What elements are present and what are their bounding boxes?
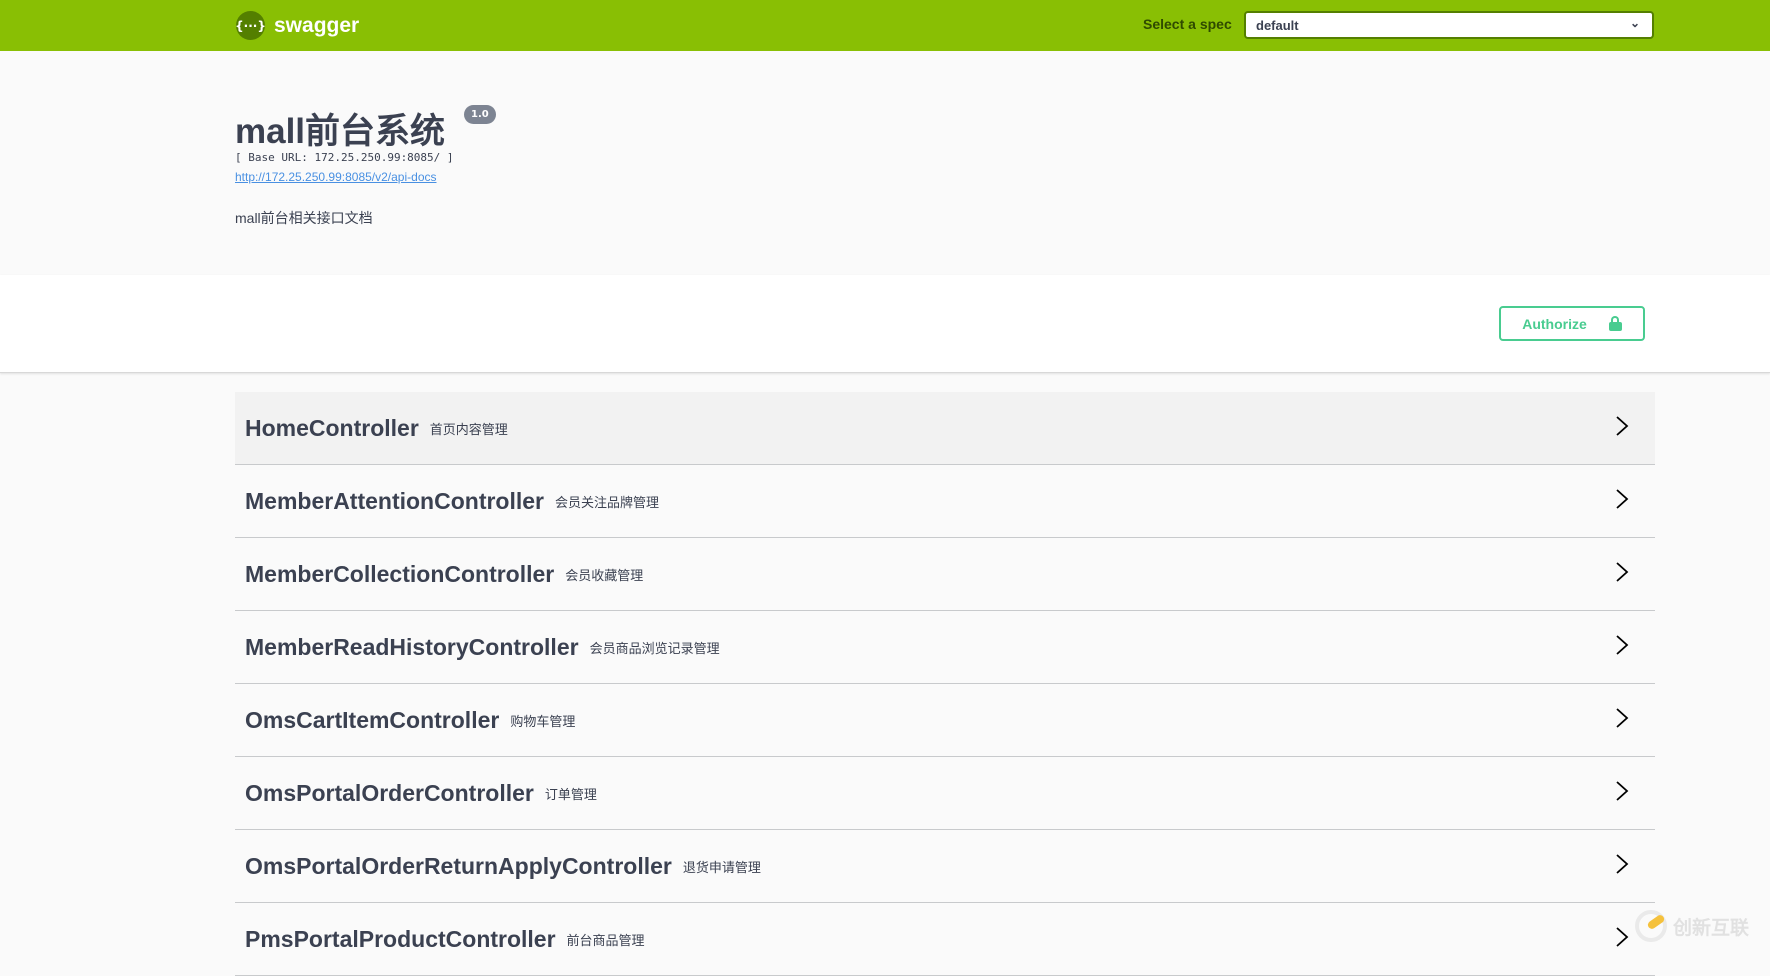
- controller-row[interactable]: OmsPortalOrderReturnApplyController 退货申请管…: [235, 830, 1655, 903]
- swagger-logo-icon: {···}: [235, 11, 266, 40]
- controller-name: MemberReadHistoryController: [245, 633, 579, 660]
- scheme-container: Authorize: [0, 275, 1770, 373]
- chevron-right-icon[interactable]: [1615, 414, 1629, 438]
- controller-row[interactable]: MemberAttentionController 会员关注品牌管理: [235, 465, 1655, 538]
- controller-description: 退货申请管理: [682, 859, 761, 875]
- watermark-logo-icon: [1635, 910, 1667, 942]
- controller-description: 会员收藏管理: [565, 567, 644, 583]
- controller-description: 首页内容管理: [429, 421, 508, 437]
- chevron-down-icon: ⌄: [1629, 16, 1640, 30]
- chevron-right-icon[interactable]: [1615, 706, 1629, 730]
- controller-row[interactable]: MemberCollectionController 会员收藏管理: [235, 538, 1655, 611]
- chevron-right-icon[interactable]: [1615, 852, 1629, 876]
- topbar: {···} swagger Select a spec default ⌄: [0, 0, 1770, 51]
- api-description: mall前台相关接口文档: [235, 210, 373, 226]
- controller-row[interactable]: MemberReadHistoryController 会员商品浏览记录管理: [235, 611, 1655, 684]
- chevron-right-icon[interactable]: [1615, 779, 1629, 803]
- authorize-label: Authorize: [1522, 315, 1587, 332]
- controller-list: HomeController 首页内容管理 MemberAttentionContr…: [235, 392, 1655, 976]
- chevron-right-icon[interactable]: [1615, 487, 1629, 511]
- controller-name: HomeController: [245, 414, 419, 441]
- controller-name: PmsPortalProductController: [245, 925, 556, 952]
- controller-row[interactable]: OmsCartItemController 购物车管理: [235, 684, 1655, 757]
- controller-name: OmsPortalOrderController: [245, 779, 534, 806]
- controller-description: 会员商品浏览记录管理: [589, 640, 720, 656]
- swagger-logo[interactable]: {···} swagger: [235, 11, 360, 40]
- controller-row[interactable]: PmsPortalProductController 前台商品管理: [235, 903, 1655, 976]
- chevron-right-icon[interactable]: [1615, 560, 1629, 584]
- authorize-button[interactable]: Authorize: [1499, 306, 1645, 341]
- controller-name: MemberCollectionController: [245, 560, 555, 587]
- controller-name: MemberAttentionController: [245, 487, 544, 514]
- unlock-icon: [1608, 316, 1622, 331]
- api-docs-link[interactable]: http://172.25.250.99:8085/v2/api-docs: [235, 170, 437, 184]
- select-spec-label: Select a spec: [1143, 16, 1232, 32]
- controller-row[interactable]: OmsPortalOrderController 订单管理: [235, 757, 1655, 830]
- watermark: 创新互联: [1635, 910, 1749, 942]
- controller-row[interactable]: HomeController 首页内容管理: [235, 392, 1655, 465]
- page-title: mall前台系统: [235, 112, 446, 151]
- version-badge: 1.0: [464, 105, 496, 124]
- controller-description: 订单管理: [544, 786, 597, 802]
- api-info: mall前台系统 1.0 [ Base URL: 172.25.250.99:8…: [0, 51, 1770, 275]
- controller-description: 会员关注品牌管理: [555, 494, 660, 510]
- spec-select[interactable]: default ⌄: [1244, 11, 1654, 39]
- watermark-text: 创新互联: [1673, 916, 1750, 939]
- logo-text: swagger: [274, 13, 360, 37]
- base-url: [ Base URL: 172.25.250.99:8085/ ]: [235, 151, 454, 164]
- chevron-right-icon[interactable]: [1615, 925, 1629, 949]
- controller-name: OmsPortalOrderReturnApplyController: [245, 852, 672, 879]
- spec-select-value: default: [1256, 18, 1299, 33]
- chevron-right-icon[interactable]: [1615, 633, 1629, 657]
- controller-description: 购物车管理: [510, 713, 576, 729]
- controller-name: OmsCartItemController: [245, 706, 500, 733]
- controller-description: 前台商品管理: [566, 932, 645, 948]
